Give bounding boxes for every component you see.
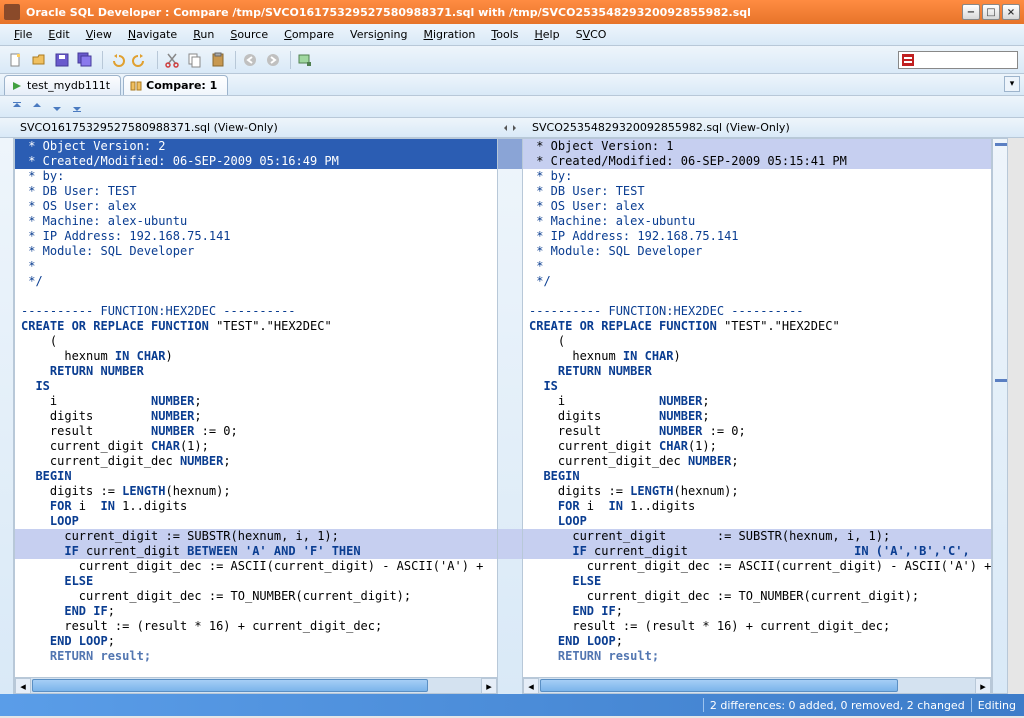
scroll-right-icon[interactable]: ▸ <box>975 678 991 694</box>
menu-view[interactable]: View <box>78 26 120 43</box>
right-code-pane[interactable]: * Object Version: 1 * Created/Modified: … <box>522 138 992 694</box>
tab-strip: test_mydb111t Compare: 1 ▾ <box>0 74 1024 96</box>
next-diff-button[interactable] <box>48 98 66 116</box>
overview-ruler[interactable] <box>992 138 1008 694</box>
menu-versioning[interactable]: Versioning <box>342 26 415 43</box>
tab-label: Compare: 1 <box>146 79 217 92</box>
menu-source[interactable]: Source <box>222 26 276 43</box>
minimize-button[interactable]: − <box>962 4 980 20</box>
diff-nav-bar <box>0 96 1024 118</box>
menu-compare[interactable]: Compare <box>276 26 342 43</box>
cut-button[interactable] <box>162 50 182 70</box>
menu-help[interactable]: Help <box>526 26 567 43</box>
undo-button[interactable] <box>107 50 127 70</box>
new-button[interactable] <box>6 50 26 70</box>
menu-bar: File Edit View Navigate Run Source Compa… <box>0 24 1024 46</box>
left-file-header: SVCO16175329527580988371.sql (View-Only) <box>0 118 498 137</box>
toolbar <box>0 46 1024 74</box>
window-title: Oracle SQL Developer : Compare /tmp/SVCO… <box>26 6 960 19</box>
first-diff-button[interactable] <box>8 98 26 116</box>
menu-run[interactable]: Run <box>185 26 222 43</box>
left-h-scrollbar[interactable]: ◂ ▸ <box>15 677 497 693</box>
status-bar: 2 differences: 0 added, 0 removed, 2 cha… <box>0 694 1024 716</box>
scroll-right-icon[interactable]: ▸ <box>481 678 497 694</box>
close-button[interactable]: × <box>1002 4 1020 20</box>
left-code: * Object Version: 2 * Created/Modified: … <box>15 139 497 664</box>
copy-button[interactable] <box>185 50 205 70</box>
search-icon <box>901 53 915 67</box>
diff-connector <box>498 138 522 694</box>
back-button[interactable] <box>240 50 260 70</box>
menu-file[interactable]: File <box>6 26 40 43</box>
compare-icon <box>130 80 142 92</box>
tab-compare[interactable]: Compare: 1 <box>123 75 228 95</box>
run-icon <box>11 80 23 92</box>
menu-navigate[interactable]: Navigate <box>120 26 185 43</box>
scroll-left-icon[interactable]: ◂ <box>523 678 539 694</box>
prev-diff-button[interactable] <box>28 98 46 116</box>
tab-test-mydb[interactable]: test_mydb111t <box>4 75 121 95</box>
diff-summary: 2 differences: 0 added, 0 removed, 2 cha… <box>710 699 965 712</box>
saveall-button[interactable] <box>75 50 95 70</box>
search-box[interactable] <box>898 51 1018 69</box>
compare-panes: * Object Version: 2 * Created/Modified: … <box>0 138 1024 694</box>
left-code-pane[interactable]: * Object Version: 2 * Created/Modified: … <box>14 138 498 694</box>
menu-svco[interactable]: SVCO <box>568 26 615 43</box>
last-diff-button[interactable] <box>68 98 86 116</box>
forward-button[interactable] <box>263 50 283 70</box>
window-titlebar: Oracle SQL Developer : Compare /tmp/SVCO… <box>0 0 1024 24</box>
menu-tools[interactable]: Tools <box>483 26 526 43</box>
maximize-button[interactable]: □ <box>982 4 1000 20</box>
tab-label: test_mydb111t <box>27 79 110 92</box>
swap-button[interactable] <box>498 118 522 137</box>
save-button[interactable] <box>52 50 72 70</box>
editing-mode: Editing <box>978 699 1016 712</box>
redo-button[interactable] <box>130 50 150 70</box>
menu-edit[interactable]: Edit <box>40 26 77 43</box>
scroll-left-icon[interactable]: ◂ <box>15 678 31 694</box>
collapse-button[interactable]: ▾ <box>1004 76 1020 92</box>
left-margin <box>0 138 14 694</box>
connections-button[interactable] <box>295 50 315 70</box>
open-button[interactable] <box>29 50 49 70</box>
right-file-header: SVCO25354829320092855982.sql (View-Only) <box>522 118 1024 137</box>
app-icon <box>4 4 20 20</box>
compare-headers: SVCO16175329527580988371.sql (View-Only)… <box>0 118 1024 138</box>
paste-button[interactable] <box>208 50 228 70</box>
right-h-scrollbar[interactable]: ◂ ▸ <box>523 677 991 693</box>
right-code: * Object Version: 1 * Created/Modified: … <box>523 139 991 664</box>
menu-migration[interactable]: Migration <box>416 26 484 43</box>
